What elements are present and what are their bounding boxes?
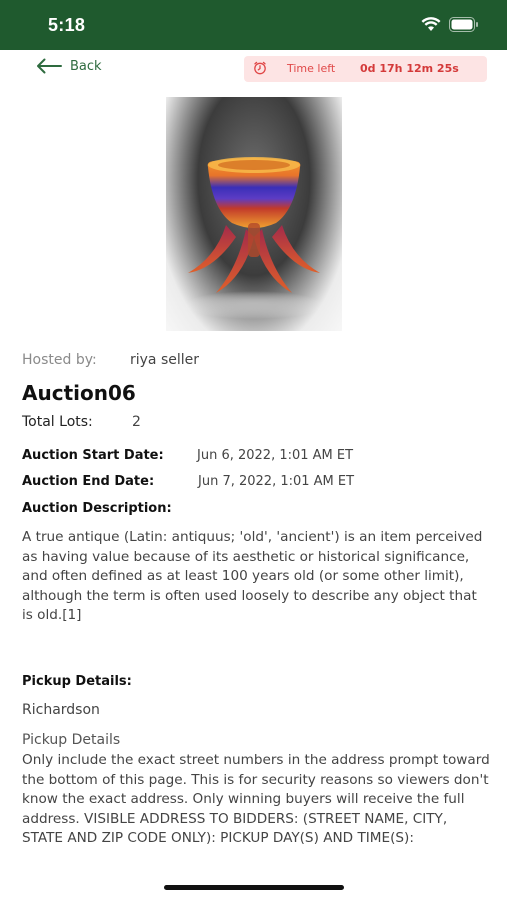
home-indicator[interactable] [164,885,344,890]
time-left-label: Time left [287,62,336,75]
total-lots-value: 2 [132,414,141,430]
end-date-value: Jun 7, 2022, 1:01 AM ET [198,474,355,489]
auction-image[interactable] [166,97,342,331]
host-name[interactable]: riya seller [130,352,199,368]
glass-vase-image [184,157,324,319]
start-date-label: Auction Start Date: [22,448,164,463]
pickup-details-text: Only include the exact street numbers in… [22,752,490,847]
back-label: Back [70,58,102,74]
time-left-value: 0d 17h 12m 25s [360,62,459,75]
status-bar: 5:18 [0,0,507,50]
nav-row: Back Time left 0d 17h 12m 25s [0,50,507,88]
description-text: A true antique (Latin: antiquus; 'old', … [22,529,483,624]
pickup-label: Pickup Details: [22,674,132,689]
total-lots-row: Total Lots: 2 [22,414,141,430]
wifi-icon [421,17,441,31]
end-date-row: Auction End Date: Jun 7, 2022, 1:01 AM E… [22,474,354,489]
pickup-details-heading: Pickup Details [22,732,121,748]
time-left-badge: Time left 0d 17h 12m 25s [244,56,487,82]
auction-title: Auction06 [22,381,136,405]
hosted-by-label: Hosted by: [22,352,97,368]
pickup-city: Richardson [22,702,100,718]
battery-icon [449,17,478,32]
end-date-label: Auction End Date: [22,474,155,489]
back-button[interactable]: Back [36,58,102,74]
status-icons [421,17,479,32]
total-lots-label: Total Lots: [22,414,93,430]
description-label: Auction Description: [22,501,172,516]
start-date-row: Auction Start Date: Jun 6, 2022, 1:01 AM… [22,448,353,463]
clock-icon [254,61,266,75]
hosted-row: Hosted by: riya seller [22,352,199,368]
status-time: 5:18 [48,15,86,35]
back-arrow-icon [37,58,62,74]
start-date-value: Jun 6, 2022, 1:01 AM ET [197,448,354,463]
